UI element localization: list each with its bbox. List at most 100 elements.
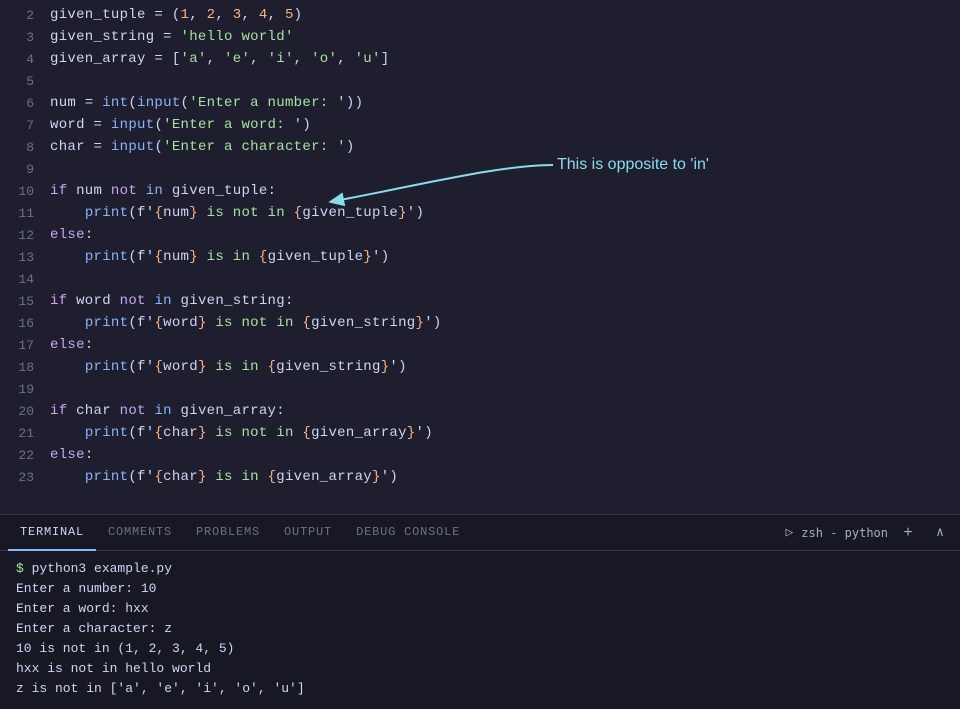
token: (f'	[128, 315, 154, 331]
token: not	[120, 293, 155, 309]
token: print	[85, 249, 129, 265]
terminal-line: 10 is not in (1, 2, 3, 4, 5)	[16, 639, 944, 659]
token: given_array	[50, 51, 146, 67]
line-content: print(f'{char} is not in {given_array}')	[50, 425, 960, 441]
token: given_string	[311, 315, 415, 331]
token: input	[111, 139, 155, 155]
token: 'o'	[311, 51, 337, 67]
token: }	[407, 425, 416, 441]
token: (	[172, 7, 181, 23]
token: ')	[424, 315, 441, 331]
token: {	[268, 469, 277, 485]
token: (f'	[128, 425, 154, 441]
tab-debug-console[interactable]: DEBUG CONSOLE	[344, 515, 472, 551]
editor-area: 2given_tuple = (1, 2, 3, 4, 5)3given_str…	[0, 0, 960, 514]
code-line: 3given_string = 'hello world'	[0, 26, 960, 48]
line-number: 12	[0, 228, 50, 243]
token: given_tuple	[50, 7, 146, 23]
terminal-shell-label: zsh - python	[801, 526, 888, 540]
terminal-prompt: $	[16, 561, 32, 576]
token: 'Enter a character: '	[163, 139, 346, 155]
token: if	[50, 183, 76, 199]
line-number: 16	[0, 316, 50, 331]
token: {	[259, 249, 268, 265]
token: }	[372, 469, 381, 485]
token: else	[50, 227, 85, 243]
line-content: char = input('Enter a character: ')	[50, 139, 960, 155]
token: 1	[181, 7, 190, 23]
token	[50, 359, 85, 375]
line-number: 14	[0, 272, 50, 287]
token: }	[198, 425, 207, 441]
token: ,	[215, 7, 232, 23]
token: not	[120, 403, 155, 419]
token: ')	[389, 359, 406, 375]
code-line: 7word = input('Enter a word: ')	[0, 114, 960, 136]
tab-comments[interactable]: COMMENTS	[96, 515, 184, 551]
token: (f'	[128, 205, 154, 221]
token: ]	[381, 51, 390, 67]
token: is not in	[207, 425, 303, 441]
tab-terminal[interactable]: TERMINAL	[8, 515, 96, 551]
token: }	[198, 469, 207, 485]
token: in	[154, 293, 180, 309]
token: 'i'	[268, 51, 294, 67]
token: print	[85, 205, 129, 221]
token: (	[154, 139, 163, 155]
code-line: 13 print(f'{num} is in {given_tuple}')	[0, 246, 960, 268]
token: :	[268, 183, 277, 199]
token: ,	[268, 7, 285, 23]
token: =	[85, 117, 111, 133]
code-line: 2given_tuple = (1, 2, 3, 4, 5)	[0, 4, 960, 26]
line-content: print(f'{num} is not in {given_tuple}')	[50, 205, 960, 221]
code-lines: 2given_tuple = (1, 2, 3, 4, 5)3given_str…	[0, 0, 960, 514]
code-line: 17else:	[0, 334, 960, 356]
terminal-panel: TERMINAL COMMENTS PROBLEMS OUTPUT DEBUG …	[0, 514, 960, 709]
token: num	[76, 183, 111, 199]
token: given_tuple	[172, 183, 268, 199]
code-line: 23 print(f'{char} is in {given_array}')	[0, 466, 960, 488]
token: {	[154, 469, 163, 485]
terminal-command: python3 example.py	[32, 561, 172, 576]
code-line: 8char = input('Enter a character: ')	[0, 136, 960, 158]
tab-problems[interactable]: PROBLEMS	[184, 515, 272, 551]
code-line: 20if char not in given_array:	[0, 400, 960, 422]
token: is in	[198, 249, 259, 265]
token: :	[85, 337, 94, 353]
token: num	[50, 95, 76, 111]
line-number: 3	[0, 30, 50, 45]
token: char	[76, 403, 120, 419]
tab-output[interactable]: OUTPUT	[272, 515, 344, 551]
token: else	[50, 337, 85, 353]
token: }	[198, 315, 207, 331]
token	[50, 425, 85, 441]
token: 'hello world'	[181, 29, 294, 45]
code-line: 6num = int(input('Enter a number: '))	[0, 92, 960, 114]
line-number: 18	[0, 360, 50, 375]
token: ')	[372, 249, 389, 265]
token: ,	[250, 51, 267, 67]
token: ')	[407, 205, 424, 221]
line-number: 21	[0, 426, 50, 441]
line-number: 17	[0, 338, 50, 353]
token: ,	[337, 51, 354, 67]
terminal-expand-button[interactable]: ∧	[928, 521, 952, 545]
token: :	[85, 227, 94, 243]
line-number: 20	[0, 404, 50, 419]
token: 'u'	[355, 51, 381, 67]
token: input	[137, 95, 181, 111]
token: ')	[381, 469, 398, 485]
line-content: print(f'{word} is not in {given_string}'…	[50, 315, 960, 331]
token: word	[163, 359, 198, 375]
code-line: 14	[0, 268, 960, 290]
terminal-right: ▷ zsh - python + ∧	[785, 521, 952, 545]
token: = [	[146, 51, 181, 67]
token: 'e'	[224, 51, 250, 67]
token: )	[346, 139, 355, 155]
token: ,	[241, 7, 258, 23]
terminal-add-button[interactable]: +	[896, 521, 920, 545]
terminal-run-icon: ▷	[785, 525, 793, 540]
terminal-line: Enter a character: z	[16, 619, 944, 639]
token: word	[76, 293, 120, 309]
token: {	[154, 205, 163, 221]
